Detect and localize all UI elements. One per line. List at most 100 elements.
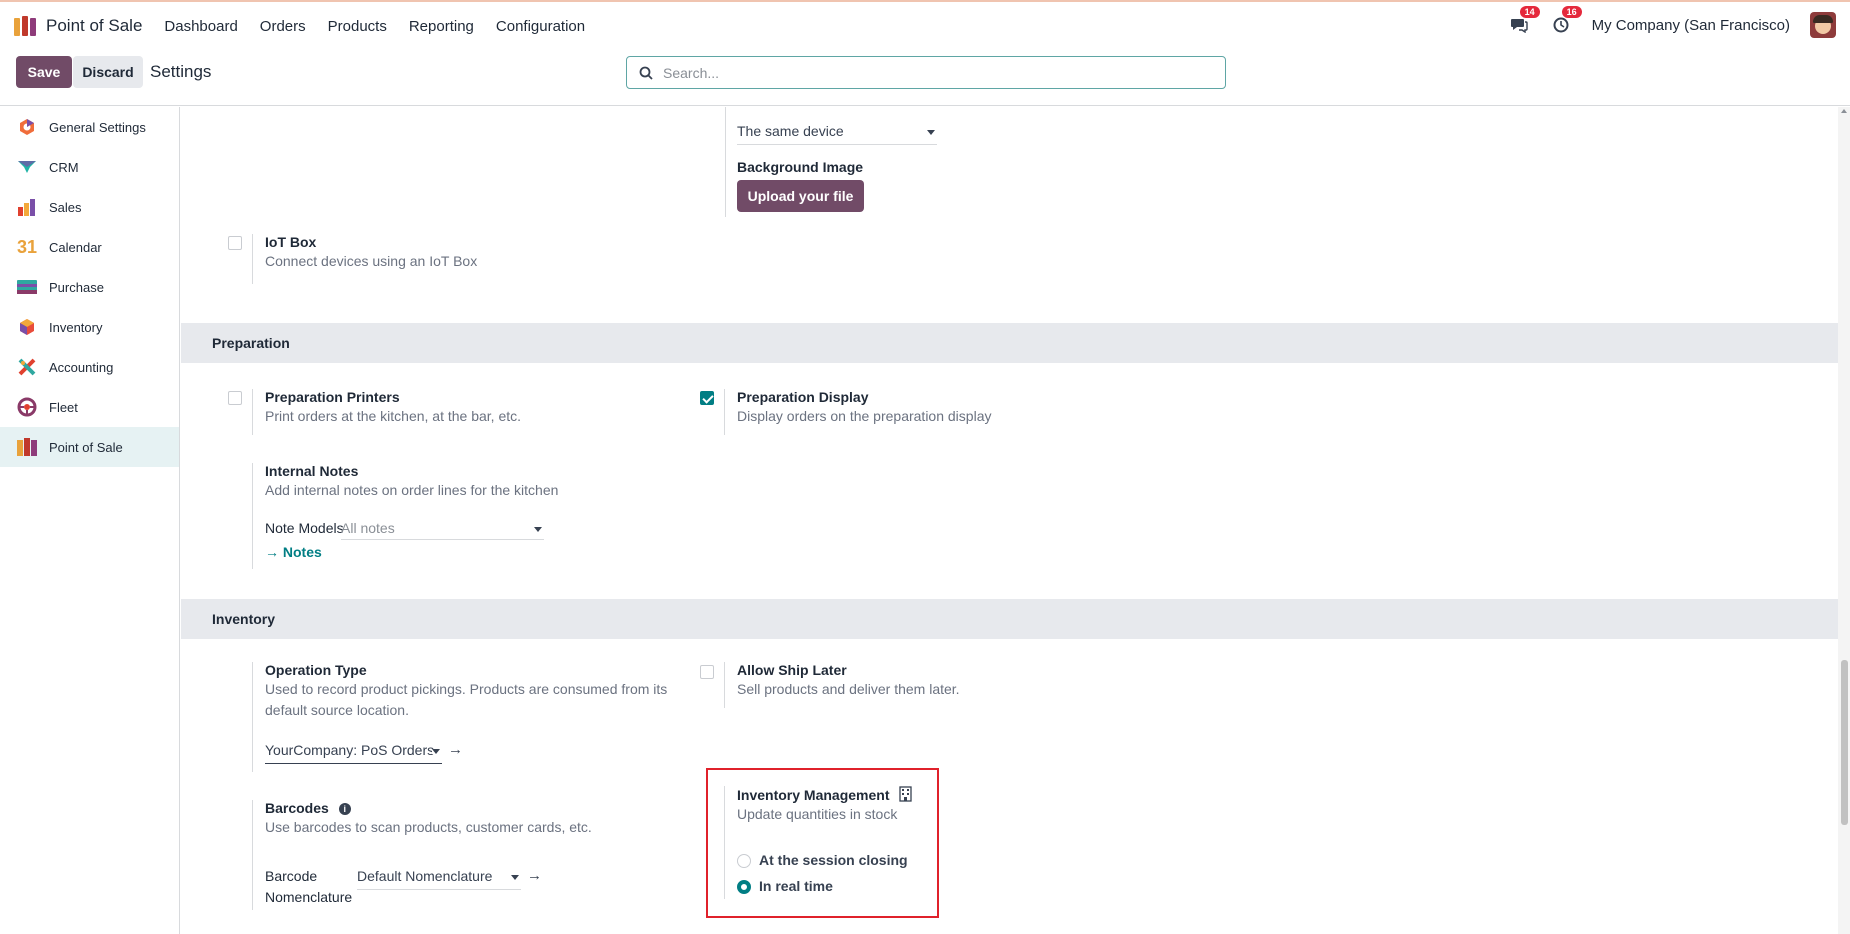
point-of-sale-icon[interactable]: [14, 16, 38, 36]
menu-reporting[interactable]: Reporting: [409, 18, 474, 35]
settings-content: The same device Background Image Upload …: [181, 107, 1838, 934]
sidebar-item-fleet[interactable]: Fleet: [0, 387, 179, 427]
chevron-down-icon: [927, 130, 935, 135]
search-input[interactable]: [663, 64, 1203, 81]
top-navbar: Point of Sale Dashboard Orders Products …: [0, 0, 1850, 50]
crm-icon: [16, 157, 38, 177]
fleet-icon: [16, 397, 38, 417]
background-image-label: Background Image: [737, 159, 864, 175]
sidebar-item-general-settings[interactable]: General Settings: [0, 107, 179, 147]
sidebar-item-inventory[interactable]: Inventory: [0, 307, 179, 347]
allow-ship-later-setting: Allow Ship Later Sell products and deliv…: [724, 662, 1144, 708]
operation-type-title: Operation Type: [265, 662, 367, 678]
preparation-display-title: Preparation Display: [737, 389, 869, 405]
notes-link-label: Notes: [282, 544, 322, 560]
sidebar-item-label: CRM: [49, 159, 79, 175]
device-select-value: The same device: [737, 123, 844, 139]
inventory-icon: [16, 317, 38, 337]
operation-type-description: Used to record product pickings. Product…: [265, 681, 668, 718]
radio-real-time[interactable]: [737, 880, 751, 894]
sidebar-item-crm[interactable]: CRM: [0, 147, 179, 187]
barcodes-setting: Barcodes i Use barcodes to scan products…: [252, 800, 692, 910]
section-preparation-header: Preparation: [181, 323, 1838, 363]
barcode-nomenclature-select[interactable]: Default Nomenclature: [357, 868, 521, 890]
search-box[interactable]: [626, 56, 1226, 89]
scrollbar-thumb[interactable]: [1841, 660, 1848, 825]
activities-badge: 16: [1561, 6, 1582, 18]
open-operation-type-arrow-icon[interactable]: →: [448, 741, 463, 758]
preparation-printers-description: Print orders at the kitchen, at the bar,…: [265, 408, 522, 424]
inventory-management-title: Inventory Management: [737, 787, 890, 803]
note-models-select[interactable]: All notes: [341, 520, 544, 540]
sidebar-item-label: Accounting: [49, 359, 114, 375]
allow-ship-later-description: Sell products and deliver them later.: [737, 681, 960, 697]
barcodes-description: Use barcodes to scan products, customer …: [265, 819, 592, 835]
scroll-up-arrow-icon[interactable]: [1841, 109, 1847, 113]
notes-link[interactable]: → Notes: [265, 544, 322, 560]
internal-notes-setting: Internal Notes Add internal notes on ord…: [252, 463, 692, 569]
menu-configuration[interactable]: Configuration: [496, 18, 585, 35]
user-avatar[interactable]: [1810, 12, 1836, 38]
sidebar-item-sales[interactable]: Sales: [0, 187, 179, 227]
barcodes-title: Barcodes: [265, 800, 329, 816]
chevron-down-icon: [432, 749, 440, 754]
sidebar-item-point-of-sale[interactable]: Point of Sale: [0, 427, 179, 467]
sidebar-item-purchase[interactable]: Purchase: [0, 267, 179, 307]
allow-ship-later-checkbox[interactable]: [700, 665, 714, 679]
sidebar-item-label: General Settings: [49, 119, 146, 135]
general-settings-icon: [16, 117, 38, 137]
radio-real-time-label[interactable]: In real time: [759, 878, 833, 894]
activities-button[interactable]: 16: [1550, 6, 1582, 36]
messages-badge: 14: [1519, 6, 1540, 18]
chat-icon: [1510, 19, 1528, 33]
iot-box-title: IoT Box: [265, 234, 317, 250]
operation-type-setting: Operation Type Used to record product pi…: [252, 662, 672, 772]
messages-button[interactable]: 14: [1508, 6, 1540, 36]
barcode-nomenclature-value: Default Nomenclature: [357, 868, 493, 884]
internal-notes-description: Add internal notes on order lines for th…: [265, 482, 559, 498]
app-name[interactable]: Point of Sale: [46, 16, 142, 36]
preparation-display-description: Display orders on the preparation displa…: [737, 408, 992, 424]
sidebar-item-label: Sales: [49, 199, 82, 215]
iot-box-description: Connect devices using an IoT Box: [265, 253, 478, 269]
iot-box-setting: IoT Box Connect devices using an IoT Box: [252, 234, 672, 284]
barcodes-title-row: Barcodes i: [265, 800, 685, 816]
settings-sidebar: General Settings CRM Sales 31 Calendar P…: [0, 107, 180, 934]
purchase-icon: [16, 277, 38, 297]
sidebar-item-calendar[interactable]: 31 Calendar: [0, 227, 179, 267]
preparation-display-setting: Preparation Display Display orders on th…: [724, 389, 1144, 435]
menu-dashboard[interactable]: Dashboard: [164, 18, 237, 35]
operation-type-select[interactable]: YourCompany: PoS Orders: [265, 742, 442, 764]
inventory-management-setting: Inventory Management Update quantities i…: [724, 786, 924, 899]
breadcrumb: Settings: [150, 62, 212, 81]
save-button[interactable]: Save: [16, 56, 72, 88]
building-icon: [899, 786, 913, 802]
radio-session-closing[interactable]: [737, 854, 751, 868]
discard-button[interactable]: Discard: [73, 56, 143, 88]
note-models-placeholder: All notes: [341, 520, 395, 536]
allow-ship-later-title: Allow Ship Later: [737, 662, 847, 678]
preparation-printers-setting: Preparation Printers Print orders at the…: [252, 389, 672, 435]
inventory-management-title-row: Inventory Management: [737, 786, 927, 803]
sidebar-item-label: Purchase: [49, 279, 104, 295]
section-inventory-header: Inventory: [181, 599, 1838, 639]
sidebar-item-label: Fleet: [49, 399, 78, 415]
sidebar-item-accounting[interactable]: Accounting: [0, 347, 179, 387]
company-switcher[interactable]: My Company (San Francisco): [1592, 17, 1790, 34]
preparation-display-checkbox[interactable]: [700, 391, 714, 405]
iot-box-checkbox[interactable]: [228, 236, 242, 250]
preparation-printers-checkbox[interactable]: [228, 391, 242, 405]
sidebar-item-label: Point of Sale: [49, 439, 123, 455]
radio-session-closing-label[interactable]: At the session closing: [759, 852, 908, 868]
point-of-sale-icon: [16, 437, 38, 457]
chevron-down-icon: [534, 527, 542, 532]
accounting-icon: [16, 357, 38, 377]
device-select[interactable]: The same device: [737, 123, 937, 145]
menu-orders[interactable]: Orders: [260, 18, 306, 35]
info-icon[interactable]: i: [338, 803, 351, 816]
open-nomenclature-arrow-icon[interactable]: →: [527, 867, 542, 884]
control-panel: Save Discard Settings: [0, 50, 1850, 106]
upload-file-button[interactable]: Upload your file: [737, 180, 864, 212]
menu-products[interactable]: Products: [328, 18, 387, 35]
clock-icon: [1553, 17, 1569, 33]
